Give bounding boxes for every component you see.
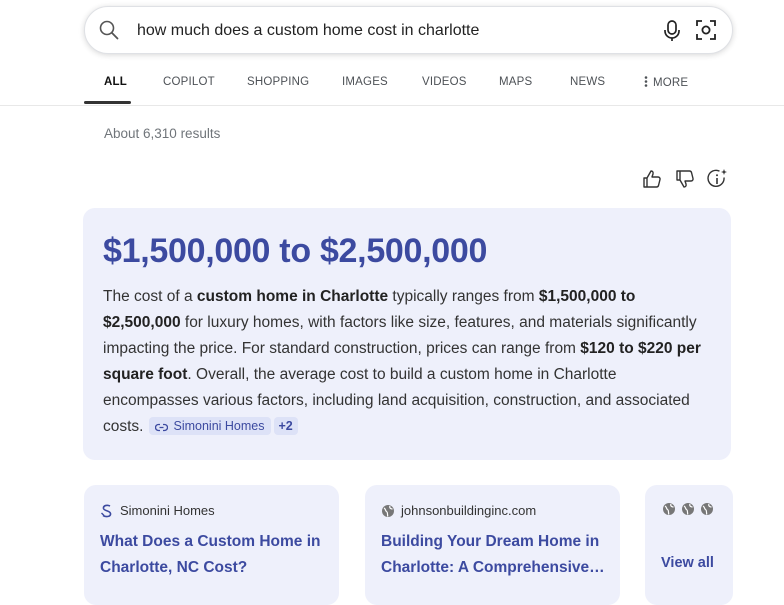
card-source: johnsonbuildinginc.com (381, 503, 536, 518)
results-count: About 6,310 results (104, 126, 221, 141)
tab-videos[interactable]: VIDEOS (422, 76, 467, 88)
globe-icon (663, 503, 675, 515)
card-source-name: johnsonbuildinginc.com (401, 503, 537, 518)
card-title[interactable]: Building Your Dream Home in Charlotte: A… (381, 529, 606, 581)
microphone-icon[interactable] (661, 19, 683, 43)
answer-card: $1,500,000 to $2,500,000 The cost of a c… (83, 208, 731, 460)
tab-all[interactable]: ALL (104, 76, 127, 88)
globe-icon (382, 505, 394, 517)
answer-title: $1,500,000 to $2,500,000 (103, 232, 488, 270)
answer-text: typically ranges from (388, 288, 539, 305)
more-vertical-icon (644, 76, 648, 87)
answer-highlight: custom home in Charlotte (196, 288, 389, 305)
globe-icon (701, 503, 713, 515)
info-sparkle-icon[interactable] (707, 168, 729, 190)
site-logo-icon (101, 504, 112, 518)
source-globes (662, 502, 719, 521)
more-sources-chip[interactable]: +2 (273, 417, 298, 435)
source-card[interactable]: johnsonbuildinginc.com Building Your Dre… (365, 485, 620, 605)
search-input[interactable] (135, 17, 619, 45)
source-chip-label: Simonini Homes (173, 419, 265, 433)
tab-images[interactable]: IMAGES (342, 76, 388, 88)
thumbs-down-icon[interactable] (674, 168, 696, 190)
tabs-divider (0, 105, 784, 106)
card-source: Simonini Homes (100, 503, 215, 518)
tab-maps[interactable]: MAPS (499, 76, 532, 88)
tab-more[interactable]: MORE (644, 76, 688, 89)
source-citation-chip[interactable]: Simonini Homes (149, 417, 271, 435)
answer-body: The cost of a custom home in Charlotte t… (103, 284, 715, 440)
tab-more-label: MORE (653, 77, 689, 89)
search-bar[interactable] (84, 6, 733, 54)
card-title[interactable]: What Does a Custom Home in Charlotte, NC… (100, 529, 325, 581)
visual-search-icon[interactable] (695, 19, 717, 41)
search-icon (99, 20, 119, 40)
link-icon (155, 423, 169, 432)
tab-news[interactable]: NEWS (570, 76, 605, 88)
view-all-card[interactable]: View all (645, 485, 733, 605)
globe-icon (682, 503, 694, 515)
tab-copilot[interactable]: COPILOT (163, 76, 215, 88)
answer-text: The cost of a (103, 288, 197, 305)
source-card[interactable]: Simonini Homes What Does a Custom Home i… (84, 485, 339, 605)
tab-shopping[interactable]: SHOPPING (247, 76, 309, 88)
thumbs-up-icon[interactable] (641, 168, 663, 190)
view-all-link[interactable]: View all (661, 555, 714, 571)
card-source-name: Simonini Homes (120, 503, 215, 518)
active-tab-indicator (84, 101, 131, 104)
